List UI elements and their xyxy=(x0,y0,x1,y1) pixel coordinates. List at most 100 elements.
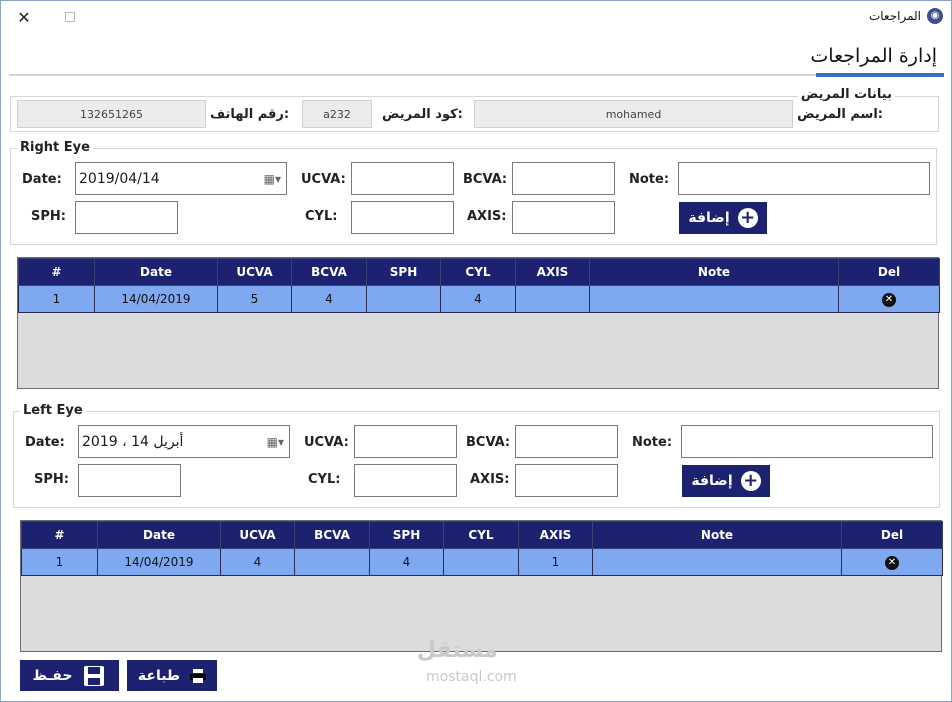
delete-circle-icon[interactable]: ✕ xyxy=(882,293,896,307)
table-cell xyxy=(589,285,839,313)
title-bar: ✕ المراجعات ◉ xyxy=(1,1,951,33)
left-cyl-label: CYL: xyxy=(308,472,341,487)
column-header[interactable]: Del xyxy=(838,258,940,286)
patient-name-label: اسم المريض: xyxy=(797,107,883,122)
left-date-value: 2019 ، أبريل 14 xyxy=(82,433,184,450)
column-header[interactable]: CYL xyxy=(443,521,519,549)
column-header[interactable]: BCVA xyxy=(294,521,370,549)
table-cell xyxy=(366,285,441,313)
left-bcva-label: BCVA: xyxy=(466,435,511,450)
save-button[interactable]: حفـظ xyxy=(20,660,119,691)
table-row[interactable]: 1 14/04/2019 5 4 4 ✕ xyxy=(18,285,940,313)
column-header[interactable]: CYL xyxy=(440,258,516,286)
table-cell: 5 xyxy=(217,285,292,313)
print-label: طباعة xyxy=(137,667,181,684)
table-cell: 14/04/2019 xyxy=(94,285,218,313)
left-add-button[interactable]: إضافة + xyxy=(682,465,770,497)
tab-divider xyxy=(9,74,944,76)
table-cell xyxy=(443,548,519,576)
save-label: حفـظ xyxy=(32,667,73,684)
calendar-dropdown-icon[interactable]: ▦▾ xyxy=(267,435,284,449)
right-bcva-input[interactable] xyxy=(512,162,615,195)
printer-icon xyxy=(190,668,207,683)
left-eye-group-label: Left Eye xyxy=(20,403,86,418)
maximize-icon xyxy=(65,12,75,22)
left-bcva-input[interactable] xyxy=(515,425,618,458)
column-header[interactable]: UCVA xyxy=(217,258,292,286)
left-add-label: إضافة xyxy=(691,473,733,489)
table-cell xyxy=(294,548,370,576)
right-cyl-input[interactable] xyxy=(351,201,454,234)
left-date-label: Date: xyxy=(25,435,65,450)
column-header[interactable]: # xyxy=(21,521,98,549)
left-sph-input[interactable] xyxy=(78,464,181,497)
column-header[interactable]: UCVA xyxy=(220,521,295,549)
table-cell: 4 xyxy=(369,548,444,576)
left-axis-input[interactable] xyxy=(515,464,618,497)
right-eye-grid: # Date UCVA BCVA SPH CYL AXIS Note Del 1… xyxy=(17,257,940,389)
floppy-disk-icon xyxy=(84,665,105,686)
left-note-input[interactable] xyxy=(681,425,933,458)
patient-group-label: بيانات المريض xyxy=(797,87,895,102)
table-cell: 1 xyxy=(21,548,98,576)
close-button[interactable]: ✕ xyxy=(1,1,47,33)
window-title: المراجعات xyxy=(868,9,921,23)
column-header[interactable]: Date xyxy=(94,258,218,286)
table-cell-del: ✕ xyxy=(838,285,940,313)
right-sph-input[interactable] xyxy=(75,201,178,234)
tab-manage-reviews[interactable]: إدارة المراجعات xyxy=(810,45,937,67)
print-button[interactable]: طباعة xyxy=(127,660,217,691)
close-icon: ✕ xyxy=(17,7,31,27)
right-note-label: Note: xyxy=(629,172,670,187)
column-header[interactable]: Date xyxy=(97,521,221,549)
left-ucva-input[interactable] xyxy=(354,425,457,458)
column-header[interactable]: BCVA xyxy=(291,258,367,286)
patient-phone-field[interactable]: 132651265 xyxy=(17,100,206,128)
column-header[interactable]: AXIS xyxy=(515,258,590,286)
table-cell xyxy=(515,285,590,313)
table-cell: 4 xyxy=(440,285,516,313)
app-icon: ◉ xyxy=(927,8,943,24)
main-window: ✕ المراجعات ◉ إدارة المراجعات بيانات الم… xyxy=(0,0,952,702)
watermark-site: mostaql.com xyxy=(426,669,517,685)
right-cyl-label: CYL: xyxy=(305,209,338,224)
column-header[interactable]: Note xyxy=(589,258,839,286)
patient-code-label: كود المريض: xyxy=(382,107,463,122)
right-date-picker[interactable]: 2019/04/14 ▦▾ xyxy=(75,162,287,195)
right-sph-label: SPH: xyxy=(31,209,66,224)
left-eye-grid: # Date UCVA BCVA SPH CYL AXIS Note Del 1… xyxy=(20,520,943,652)
table-cell: 4 xyxy=(220,548,295,576)
column-header[interactable]: SPH xyxy=(366,258,441,286)
right-ucva-input[interactable] xyxy=(351,162,454,195)
left-axis-label: AXIS: xyxy=(470,472,510,487)
patient-name-field[interactable]: mohamed xyxy=(474,100,793,128)
table-cell xyxy=(592,548,842,576)
right-eye-group-label: Right Eye xyxy=(17,140,93,155)
table-header-row: # Date UCVA BCVA SPH CYL AXIS Note Del xyxy=(18,258,940,286)
column-header[interactable]: AXIS xyxy=(518,521,593,549)
delete-circle-icon[interactable]: ✕ xyxy=(885,556,899,570)
left-eye-table: # Date UCVA BCVA SPH CYL AXIS Note Del 1… xyxy=(21,521,943,576)
right-date-label: Date: xyxy=(22,172,62,187)
left-date-picker[interactable]: 2019 ، أبريل 14 ▦▾ xyxy=(78,425,290,458)
table-cell: 1 xyxy=(518,548,593,576)
plus-circle-icon: + xyxy=(737,208,758,228)
patient-code-field[interactable]: a232 xyxy=(302,100,372,128)
table-cell-del: ✕ xyxy=(841,548,943,576)
table-row[interactable]: 1 14/04/2019 4 4 1 ✕ xyxy=(21,548,943,576)
right-bcva-label: BCVA: xyxy=(463,172,508,187)
column-header[interactable]: Note xyxy=(592,521,842,549)
maximize-button[interactable] xyxy=(47,1,93,33)
column-header[interactable]: SPH xyxy=(369,521,444,549)
right-note-input[interactable] xyxy=(678,162,930,195)
table-cell: 1 xyxy=(18,285,95,313)
plus-circle-icon: + xyxy=(740,471,761,491)
column-header[interactable]: # xyxy=(18,258,95,286)
right-ucva-label: UCVA: xyxy=(301,172,346,187)
left-cyl-input[interactable] xyxy=(354,464,457,497)
right-add-button[interactable]: إضافة + xyxy=(679,202,767,234)
column-header[interactable]: Del xyxy=(841,521,943,549)
right-axis-input[interactable] xyxy=(512,201,615,234)
right-add-label: إضافة xyxy=(688,210,730,226)
calendar-dropdown-icon[interactable]: ▦▾ xyxy=(264,172,281,186)
